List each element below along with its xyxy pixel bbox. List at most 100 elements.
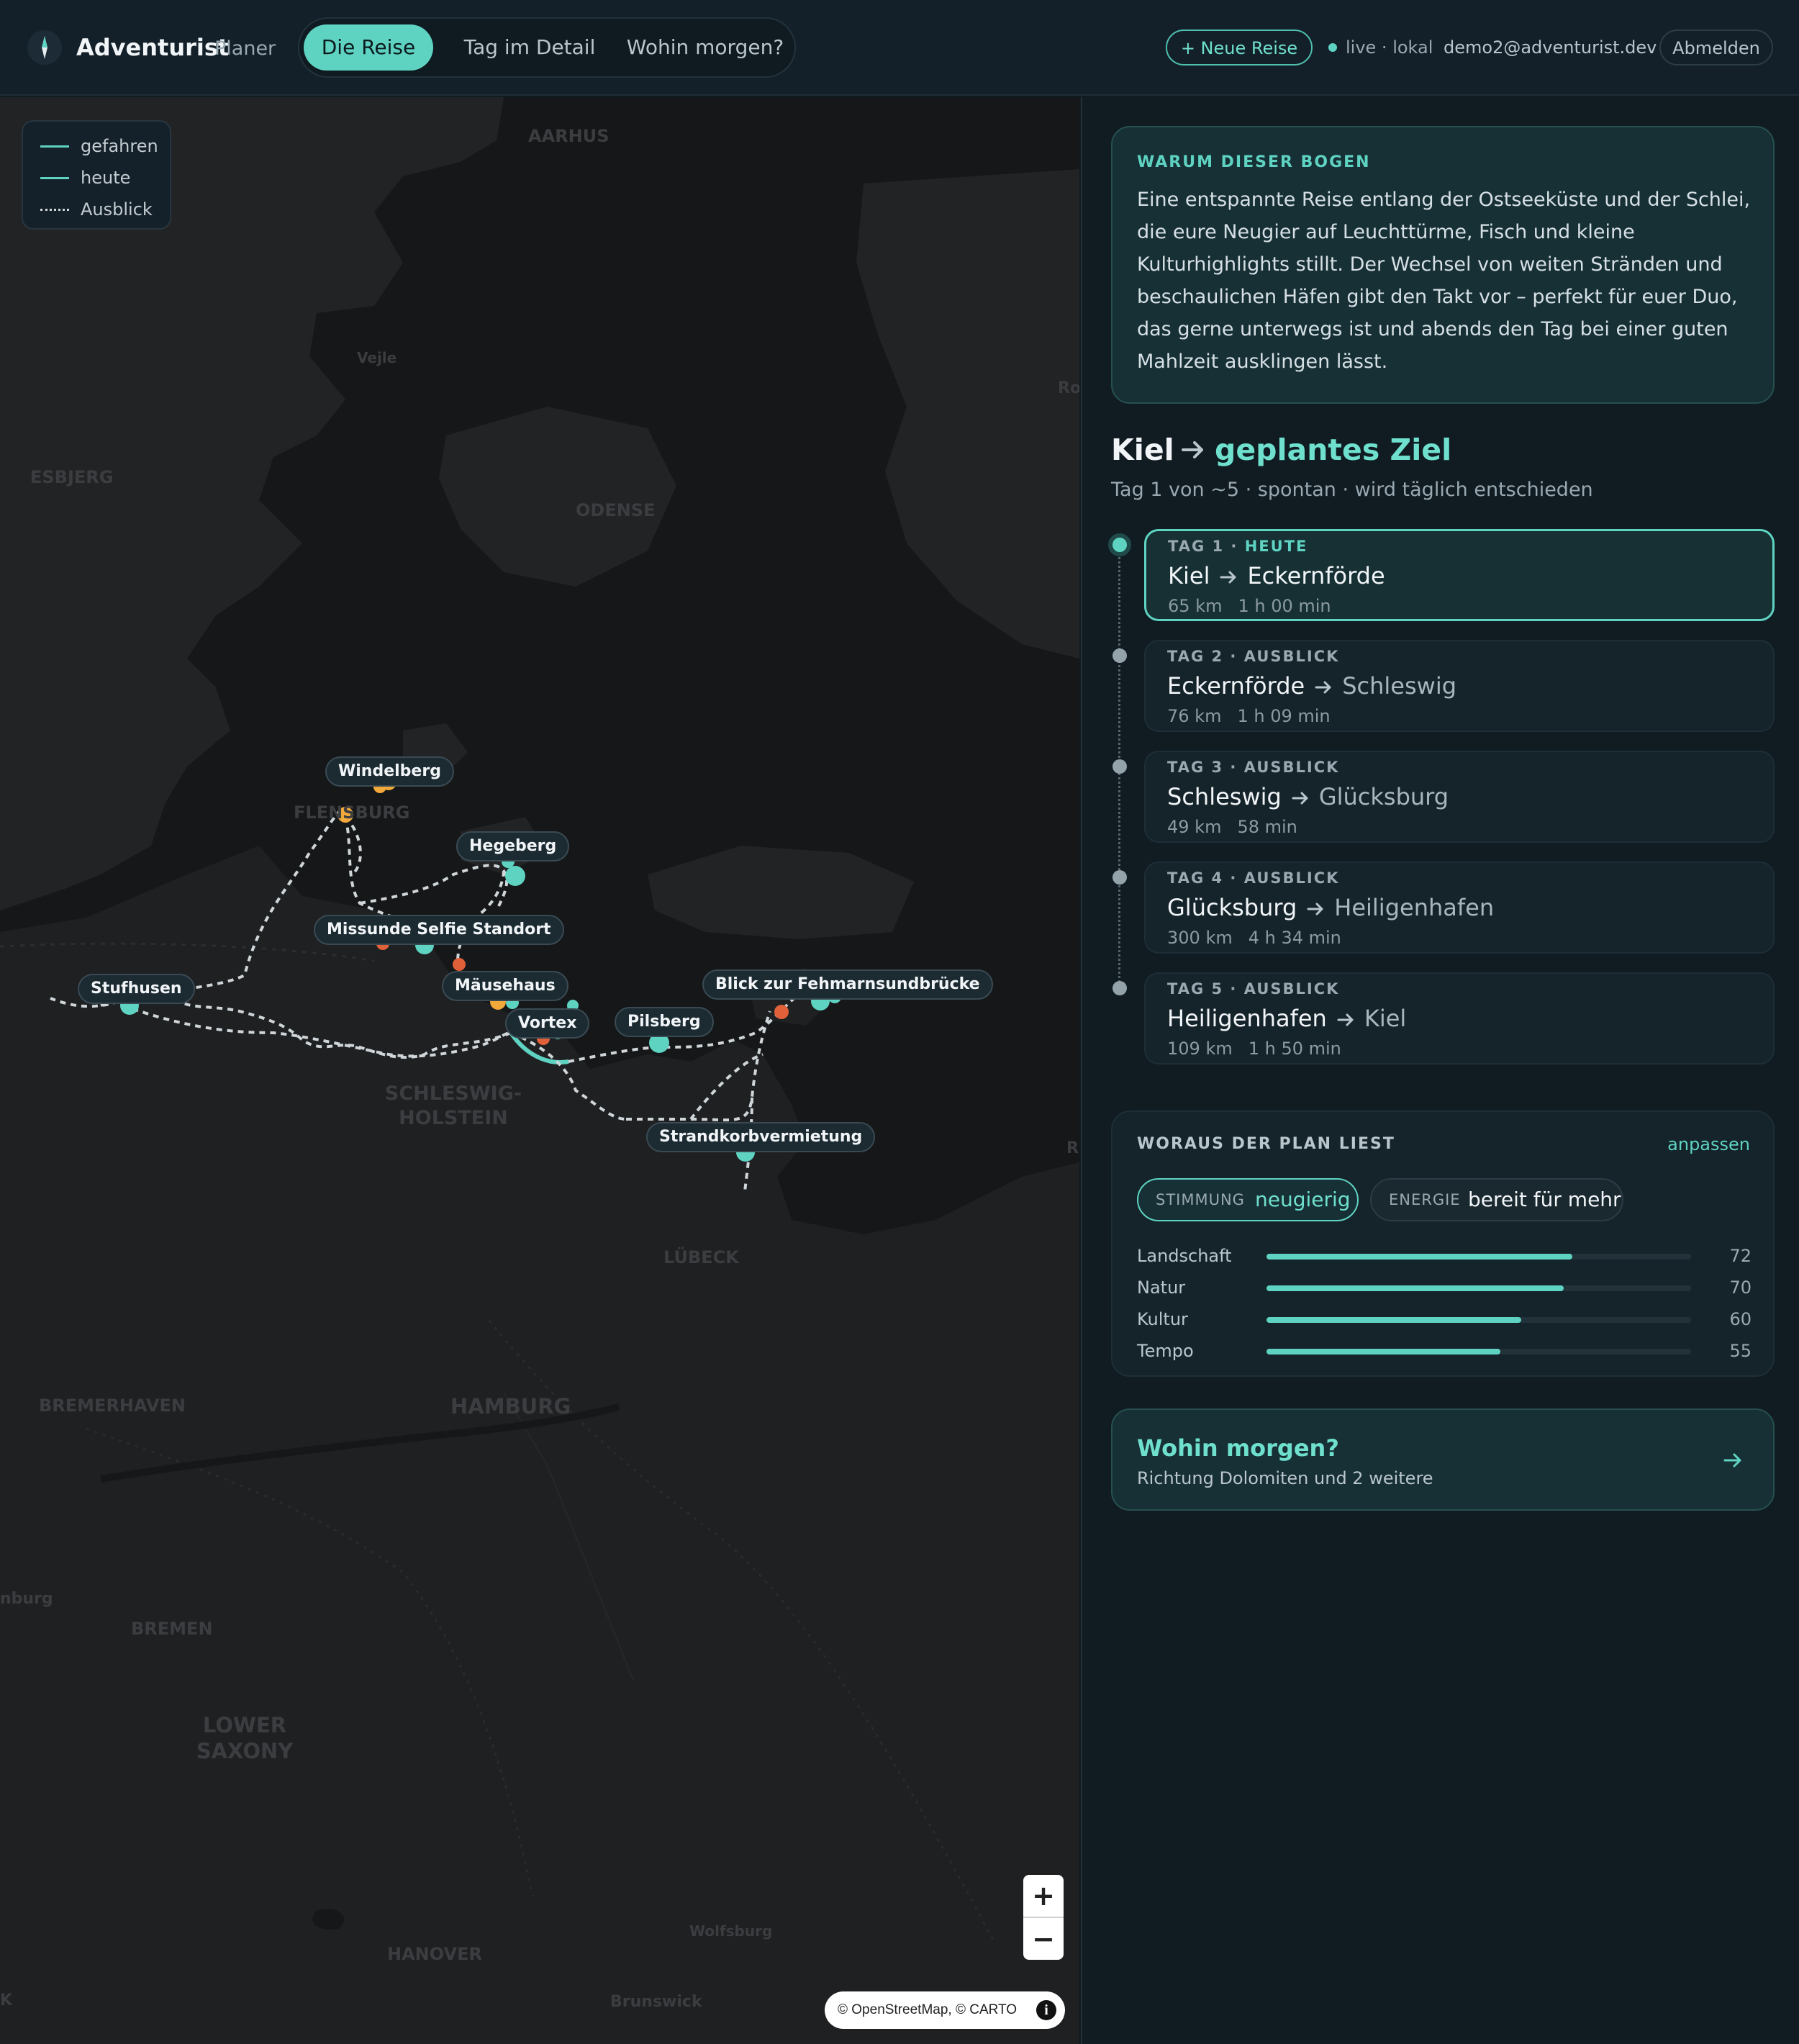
stat-label: Landschaft — [1137, 1246, 1232, 1266]
mood-chip[interactable]: STIMMUNG neugierig — [1137, 1178, 1359, 1221]
day-from: Glücksburg — [1167, 894, 1297, 921]
arrow-right-icon — [1307, 903, 1323, 915]
arrow-right-icon — [1723, 1453, 1741, 1468]
timeline-dot-day-1 — [1108, 533, 1131, 556]
day-from: Kiel — [1168, 562, 1210, 589]
map-legend: gefahren heute Ausblick — [22, 120, 171, 230]
day-from: Schleswig — [1167, 783, 1282, 810]
tab-die-reise[interactable]: Die Reise — [304, 24, 433, 71]
day-number: TAG 2 — [1167, 648, 1224, 665]
day-meta: 300 km 4 h 34 min — [1167, 926, 1341, 949]
mood-key: STIMMUNG — [1156, 1191, 1245, 1208]
stat-bar-track — [1266, 1285, 1691, 1291]
tab-tag-im-detail[interactable]: Tag im Detail — [443, 24, 616, 71]
day-meta: 49 km 58 min — [1167, 815, 1297, 838]
place-label-holstein: HOLSTEIN — [399, 1107, 508, 1129]
place-label-hanover: HANOVER — [387, 1944, 482, 1964]
new-trip-button[interactable]: + Neue Reise — [1166, 30, 1313, 65]
attribution-text[interactable]: © OpenStreetMap, © CARTO — [838, 1991, 1017, 2029]
day-duration: 58 min — [1237, 817, 1297, 837]
day-to: Heiligenhafen — [1334, 894, 1495, 921]
stat-label: Natur — [1137, 1278, 1186, 1298]
trip-destination: geplantes Ziel — [1215, 433, 1452, 467]
next-destination-card[interactable]: Wohin morgen? Richtung Dolomiten und 2 w… — [1111, 1408, 1775, 1511]
legend-line-dotted — [40, 209, 69, 211]
day-card-3[interactable]: TAG 3 · AUSBLICK Schleswig Glücksburg 49 … — [1144, 751, 1775, 843]
day-distance: 300 km — [1167, 928, 1233, 948]
arrow-right-icon — [1220, 571, 1236, 584]
timeline-dot-day-2 — [1113, 648, 1127, 663]
logout-button[interactable]: Abmelden — [1659, 30, 1773, 65]
legend-label: heute — [81, 168, 131, 188]
legend-line-solid — [40, 145, 69, 148]
next-title: Wohin morgen? — [1137, 1434, 1339, 1462]
zoom-out-button[interactable]: − — [1023, 1918, 1064, 1960]
poi-label-strandkorb[interactable]: Strandkorbvermietung — [646, 1122, 876, 1152]
day-duration: 1 h 09 min — [1237, 706, 1331, 726]
legend-label: Ausblick — [81, 199, 153, 220]
day-tag: TAG 5 · AUSBLICK — [1167, 980, 1340, 998]
live-status-text: live · lokal — [1346, 37, 1433, 58]
trip-origin: Kiel — [1111, 433, 1174, 467]
poi-label-maeusehaus[interactable]: Mäusehaus — [442, 971, 568, 1001]
day-status: HEUTE — [1244, 538, 1308, 555]
route-map[interactable]: AARHUS Vejle ESBJERG ODENSE Ro FLENSBURG… — [0, 97, 1079, 2044]
stat-bar-track — [1266, 1317, 1691, 1323]
day-to: Eckernförde — [1247, 562, 1385, 589]
day-card-1[interactable]: TAG 1 · HEUTE Kiel Eckernförde 65 km 1 h 0… — [1144, 529, 1775, 621]
day-tag: TAG 1 · HEUTE — [1168, 538, 1308, 555]
stat-value: 55 — [1729, 1341, 1752, 1361]
arrow-right-icon — [1292, 792, 1308, 805]
day-status: AUSBLICK — [1243, 648, 1340, 665]
info-icon[interactable]: i — [1036, 2000, 1056, 2020]
timeline-dot-day-5 — [1113, 981, 1127, 995]
day-distance: 49 km — [1167, 817, 1222, 837]
day-number: TAG 4 — [1167, 869, 1224, 887]
day-card-5[interactable]: TAG 5 · AUSBLICK Heiligenhafen Kiel 109 k… — [1144, 972, 1775, 1064]
poi-label-fehmarnsund[interactable]: Blick zur Fehmarnsundbrücke — [702, 969, 993, 1000]
energy-value: bereit für mehr — [1468, 1188, 1621, 1211]
day-to: Glücksburg — [1318, 783, 1449, 810]
place-label-wolfsburg: Wolfsburg — [689, 1922, 773, 1940]
day-number: TAG 1 — [1168, 538, 1225, 555]
stat-label: Tempo — [1137, 1341, 1194, 1361]
stat-bar-fill — [1266, 1285, 1564, 1291]
zoom-in-button[interactable]: + — [1023, 1875, 1064, 1917]
day-status: AUSBLICK — [1243, 980, 1340, 998]
why-card: WARUM DIESER BOGEN Eine entspannte Reise… — [1111, 126, 1775, 404]
day-card-2[interactable]: TAG 2 · AUSBLICK Eckernförde Schleswig 76… — [1144, 640, 1775, 732]
energy-key: ENERGIE — [1389, 1191, 1461, 1208]
poi-label-hegeberg[interactable]: Hegeberg — [456, 831, 570, 862]
day-route: Glücksburg Heiligenhafen — [1167, 892, 1494, 923]
poi-label-windelberg[interactable]: Windelberg — [325, 756, 454, 787]
stat-bar-fill — [1266, 1317, 1521, 1323]
poi-label-stufhusen[interactable]: Stufhusen — [78, 974, 195, 1004]
tab-wohin-morgen[interactable]: Wohin morgen? — [620, 24, 790, 71]
place-label-schleswig-holstein: SCHLESWIG- HOLSTEIN — [381, 1082, 525, 1131]
adjust-link[interactable]: anpassen — [1667, 1134, 1750, 1155]
place-label-k: K — [0, 1991, 13, 2009]
place-label-lower: LOWER — [202, 1713, 287, 1737]
day-tag: TAG 2 · AUSBLICK — [1167, 648, 1340, 665]
place-label-nburg: nburg — [0, 1590, 53, 1608]
energy-chip[interactable]: ENERGIE bereit für mehr — [1370, 1178, 1623, 1221]
arrow-right-icon — [1182, 441, 1203, 458]
poi-label-missunde[interactable]: Missunde Selfie Standort — [314, 915, 564, 945]
next-subtitle: Richtung Dolomiten und 2 weitere — [1137, 1468, 1433, 1488]
day-from: Eckernförde — [1167, 672, 1305, 700]
day-card-4[interactable]: TAG 4 · AUSBLICK Glücksburg Heiligenhafen… — [1144, 862, 1775, 954]
poi-label-vortex[interactable]: Vortex — [505, 1008, 590, 1039]
zoom-control: + − — [1023, 1875, 1064, 1960]
poi-label-pilsberg[interactable]: Pilsberg — [615, 1007, 714, 1037]
place-label-bremerhaven: BREMERHAVEN — [39, 1396, 186, 1416]
day-to: Kiel — [1364, 1005, 1407, 1032]
stat-label: Kultur — [1137, 1309, 1188, 1329]
day-route: Kiel Eckernförde — [1168, 560, 1385, 592]
place-label-luebeck: LÜBECK — [663, 1247, 739, 1267]
arrow-right-icon — [1337, 1013, 1354, 1026]
stat-row-landschaft: Landschaft 72 — [1137, 1243, 1752, 1269]
day-meta: 109 km 1 h 50 min — [1167, 1037, 1341, 1060]
plan-inputs-card: WORAUS DER PLAN LIEST anpassen STIMMUNG … — [1111, 1111, 1775, 1377]
place-label-schleswig: SCHLESWIG- — [384, 1082, 522, 1105]
place-label-brunswick: Brunswick — [610, 1993, 702, 2011]
